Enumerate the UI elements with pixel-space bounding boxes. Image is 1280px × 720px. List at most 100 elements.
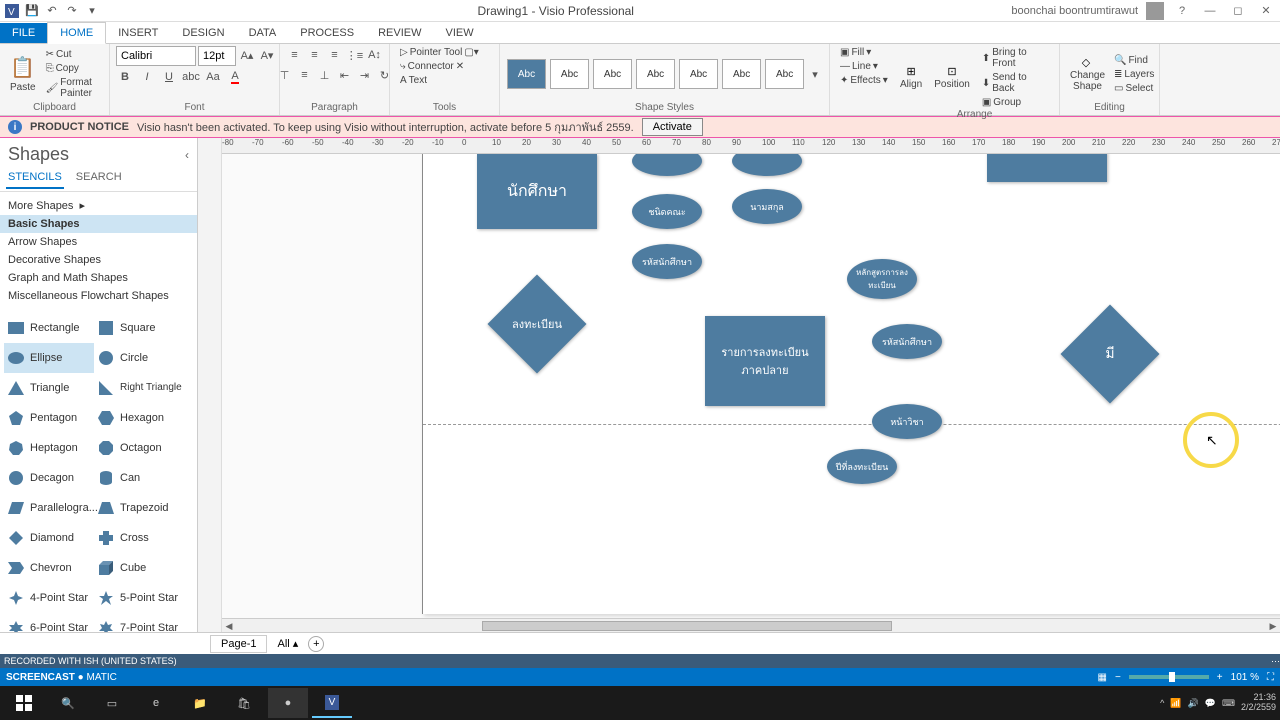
connector-button[interactable]: ⤷ Connector ✕ — [396, 60, 468, 73]
arrow-shapes-item[interactable]: Arrow Shapes — [0, 233, 197, 251]
select-button[interactable]: ▭ Select — [1110, 82, 1158, 95]
tab-home[interactable]: HOME — [47, 22, 106, 44]
tab-file[interactable]: FILE — [0, 23, 47, 43]
close-icon[interactable]: ✕ — [1256, 3, 1276, 19]
tab-review[interactable]: REVIEW — [366, 23, 433, 43]
taskbar-clock[interactable]: 21:36 2/2/2559 — [1241, 693, 1276, 713]
paste-icon[interactable]: 📋 — [10, 55, 35, 80]
page-tab-1[interactable]: Page-1 — [210, 635, 267, 653]
shape-pentagon[interactable]: Pentagon — [4, 403, 94, 433]
activate-button[interactable]: Activate — [642, 118, 703, 136]
stencils-tab[interactable]: STENCILS — [6, 169, 64, 189]
increase-font-icon[interactable]: A▴ — [238, 46, 256, 64]
shape-7-star[interactable]: 7-Point Star — [94, 613, 184, 632]
shape-cube[interactable]: Cube — [94, 553, 184, 583]
align-middle-icon[interactable]: ≡ — [296, 66, 314, 84]
lang-more-icon[interactable]: ⋯ — [1271, 656, 1280, 667]
align-top-icon[interactable]: ⊤ — [276, 66, 294, 84]
view-grid-icon[interactable]: ▦ — [1098, 672, 1107, 683]
shape-style-4[interactable]: Abc — [636, 59, 675, 89]
position-button[interactable]: Position — [930, 78, 974, 91]
shape-cross[interactable]: Cross — [94, 523, 184, 553]
redo-icon[interactable]: ↷ — [64, 3, 80, 19]
shape-5-star[interactable]: 5-Point Star — [94, 583, 184, 613]
shape-chevron[interactable]: Chevron — [4, 553, 94, 583]
canvas-ellipse-5[interactable]: หลักสูตรการลงทะเบียน — [847, 259, 917, 299]
strike-icon[interactable]: abc — [182, 68, 200, 86]
edge-icon[interactable]: e — [136, 688, 176, 718]
text-tool-button[interactable]: A Text — [396, 74, 431, 87]
undo-icon[interactable]: ↶ — [44, 3, 60, 19]
shape-style-2[interactable]: Abc — [550, 59, 589, 89]
scroll-right-icon[interactable]: ▶ — [1266, 619, 1280, 633]
taskbar-search-icon[interactable]: 🔍 — [48, 688, 88, 718]
position-icon[interactable]: ⊡ — [947, 65, 956, 78]
misc-flowchart-item[interactable]: Miscellaneous Flowchart Shapes — [0, 287, 197, 305]
canvas-ellipse-6[interactable]: รหัสนักศึกษา — [872, 324, 942, 359]
scroll-thumb[interactable] — [482, 621, 892, 631]
basic-shapes-item[interactable]: Basic Shapes — [0, 215, 197, 233]
zoom-level[interactable]: 101 % — [1231, 672, 1259, 683]
bring-front-button[interactable]: ⬆ Bring to Front — [978, 46, 1053, 70]
find-button[interactable]: 🔍 Find — [1110, 54, 1158, 67]
tab-view[interactable]: VIEW — [433, 23, 485, 43]
tab-design[interactable]: DESIGN — [170, 23, 236, 43]
bullets-icon[interactable]: ⋮≡ — [346, 46, 364, 64]
wifi-icon[interactable]: 📶 — [1170, 698, 1181, 709]
bold-icon[interactable]: B — [116, 68, 134, 86]
shape-rectangle[interactable]: Rectangle — [4, 313, 94, 343]
canvas-diamond-mi[interactable]: มี — [1060, 314, 1160, 394]
canvas-rect-3[interactable] — [987, 154, 1107, 182]
shape-trapezoid[interactable]: Trapezoid — [94, 493, 184, 523]
zoom-out-icon[interactable]: − — [1115, 672, 1121, 683]
font-color-icon[interactable]: A — [226, 68, 244, 86]
shape-decagon[interactable]: Decagon — [4, 463, 94, 493]
format-painter-button[interactable]: 🖌 Format Painter — [42, 76, 103, 100]
zoom-slider[interactable] — [1129, 675, 1209, 679]
shape-triangle[interactable]: Triangle — [4, 373, 94, 403]
store-icon[interactable]: 🛍 — [224, 688, 264, 718]
decorative-shapes-item[interactable]: Decorative Shapes — [0, 251, 197, 269]
shape-circle[interactable]: Circle — [94, 343, 184, 373]
shape-style-3[interactable]: Abc — [593, 59, 632, 89]
scroll-left-icon[interactable]: ◀ — [222, 619, 236, 633]
canvas-ellipse-7[interactable]: หน้าวิชา — [872, 404, 942, 439]
change-shape-button[interactable]: Change Shape — [1066, 69, 1106, 93]
shape-style-6[interactable]: Abc — [722, 59, 761, 89]
shape-parallelogram[interactable]: Parallelogra... — [4, 493, 94, 523]
user-name[interactable]: boonchai boontrumtirawut — [1011, 5, 1138, 17]
align-bottom-icon[interactable]: ⊥ — [316, 66, 334, 84]
text-direction-icon[interactable]: A↕ — [366, 46, 384, 64]
align-button[interactable]: Align — [896, 78, 926, 91]
change-shape-icon[interactable]: ◇ — [1082, 56, 1090, 69]
align-left-icon[interactable]: ≡ — [286, 46, 304, 64]
save-icon[interactable]: 💾 — [24, 3, 40, 19]
minimize-icon[interactable]: — — [1200, 3, 1220, 19]
collapse-pane-icon[interactable]: ‹ — [185, 148, 189, 162]
fit-page-icon[interactable]: ⛶ — [1267, 672, 1274, 683]
shape-style-5[interactable]: Abc — [679, 59, 718, 89]
notification-icon[interactable]: 💬 — [1205, 698, 1216, 709]
tab-process[interactable]: PROCESS — [288, 23, 366, 43]
graph-shapes-item[interactable]: Graph and Math Shapes — [0, 269, 197, 287]
decrease-font-icon[interactable]: A▾ — [258, 46, 276, 64]
canvas-rect-registration[interactable]: รายการลงทะเบียน ภาคปลาย — [705, 316, 825, 406]
paste-button[interactable]: Paste — [6, 81, 40, 94]
more-shapes-item[interactable]: More Shapes ▸ — [0, 196, 197, 215]
cut-button[interactable]: ✂ Cut — [42, 48, 103, 61]
shape-octagon[interactable]: Octagon — [94, 433, 184, 463]
shape-style-7[interactable]: Abc — [765, 59, 804, 89]
shape-right-triangle[interactable]: Right Triangle — [94, 373, 184, 403]
shape-ellipse[interactable]: Ellipse — [4, 343, 94, 373]
zoom-in-icon[interactable]: + — [1217, 672, 1223, 683]
effects-button[interactable]: ✦ Effects▾ — [836, 74, 892, 87]
pointer-tool-button[interactable]: ▷ Pointer Tool ▢▾ — [396, 46, 483, 59]
maximize-icon[interactable]: ◻ — [1228, 3, 1248, 19]
canvas-ellipse-4[interactable]: รหัสนักศึกษา — [632, 244, 702, 279]
screencast-icon[interactable]: ● — [268, 688, 308, 718]
line-button[interactable]: — Line▾ — [836, 60, 882, 73]
shape-style-1[interactable]: Abc — [507, 59, 546, 89]
indent-dec-icon[interactable]: ⇤ — [336, 66, 354, 84]
indent-inc-icon[interactable]: ⇥ — [356, 66, 374, 84]
avatar[interactable] — [1146, 2, 1164, 20]
